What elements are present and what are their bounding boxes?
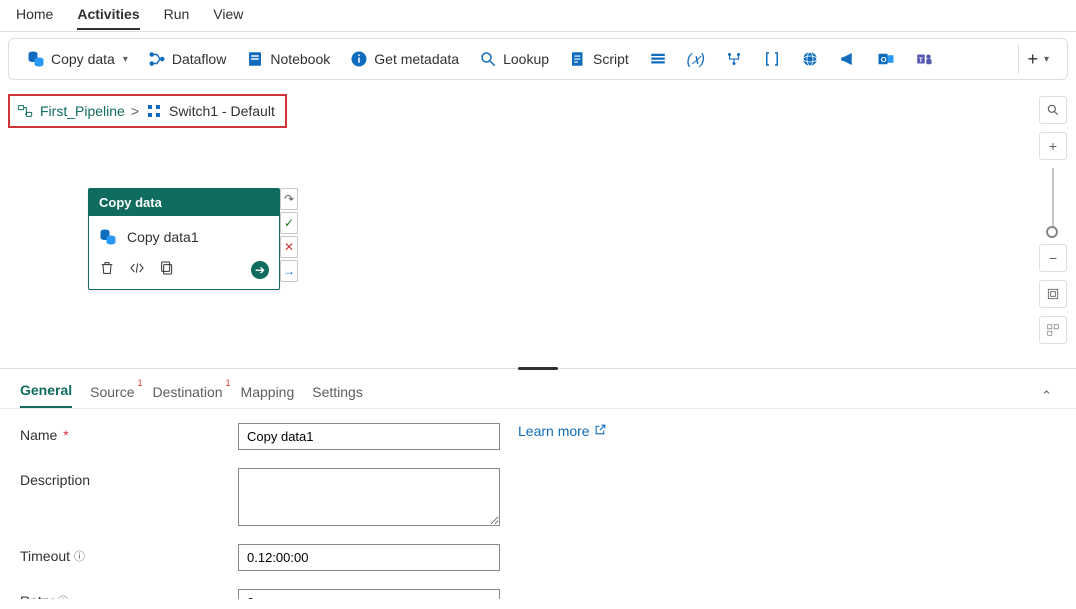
toolbar-add-more[interactable]: + ▾ — [1018, 45, 1057, 74]
retry-label: Retry ⓘ — [20, 589, 230, 599]
handle-skip[interactable]: ↷ — [280, 188, 298, 210]
delete-icon[interactable] — [99, 260, 115, 279]
notebook-icon — [246, 50, 264, 68]
handle-completion[interactable]: → — [280, 260, 298, 282]
activity-type-label: Copy data — [89, 189, 279, 216]
toolbar-notebook-label: Notebook — [270, 51, 330, 67]
zoom-in-button[interactable]: + — [1039, 132, 1067, 160]
plus-icon: + — [1027, 49, 1038, 70]
search-icon — [479, 50, 497, 68]
tab-settings[interactable]: Settings — [312, 384, 363, 408]
script-icon — [569, 50, 587, 68]
breadcrumb: First_Pipeline > Switch1 - Default — [8, 94, 287, 128]
activity-card-copy-data[interactable]: Copy data Copy data1 ➔ — [88, 188, 280, 290]
chevron-down-icon: ▾ — [123, 54, 128, 65]
zoom-controls: + − — [1038, 96, 1068, 344]
tab-destination-label: Destination — [153, 384, 223, 400]
description-field[interactable] — [238, 468, 500, 526]
toolbar-script[interactable]: Script — [561, 46, 637, 72]
tab-source[interactable]: Source1 — [90, 384, 134, 408]
tab-home[interactable]: Home — [16, 6, 53, 28]
tab-mapping[interactable]: Mapping — [241, 384, 295, 408]
flow-icon — [725, 50, 743, 68]
tab-general[interactable]: General — [20, 382, 72, 408]
external-link-icon — [594, 423, 607, 439]
toolbar-dataflow-label: Dataflow — [172, 51, 226, 67]
pipeline-icon — [16, 102, 34, 120]
toolbar-lookup-label: Lookup — [503, 51, 549, 67]
variable-icon: (𝑥) — [687, 50, 705, 68]
info-icon — [350, 50, 368, 68]
activity-output-handles: ↷ ✓ ✕ → — [280, 188, 298, 282]
svg-text:O: O — [881, 55, 887, 64]
info-icon: ⓘ — [74, 551, 85, 563]
handle-success[interactable]: ✓ — [280, 212, 298, 234]
breadcrumb-root[interactable]: First_Pipeline — [40, 103, 125, 119]
list-icon — [649, 50, 667, 68]
toolbar-notebook[interactable]: Notebook — [238, 46, 338, 72]
chevron-down-icon: ▾ — [1044, 54, 1049, 65]
properties-panel: General Source1 Destination1 Mapping Set… — [0, 372, 1076, 599]
learn-more-link[interactable]: Learn more — [518, 423, 607, 439]
fit-to-screen-button[interactable] — [1039, 280, 1067, 308]
toolbar-get-metadata-label: Get metadata — [374, 51, 459, 67]
general-form: Name * Learn more Description Timeout ⓘ … — [0, 409, 1076, 599]
zoom-out-button[interactable]: − — [1039, 244, 1067, 272]
description-label: Description — [20, 468, 230, 488]
switch-icon — [145, 102, 163, 120]
megaphone-icon — [839, 50, 857, 68]
code-icon[interactable] — [129, 260, 145, 279]
toolbar-copy-data-label: Copy data — [51, 51, 115, 67]
toolbar-get-metadata[interactable]: Get metadata — [342, 46, 467, 72]
timeout-field[interactable] — [238, 544, 500, 571]
toolbar-extra-1[interactable] — [641, 46, 675, 72]
dataflow-icon — [148, 50, 166, 68]
zoom-slider[interactable] — [1052, 168, 1054, 236]
toolbar-extra-7[interactable]: O — [869, 46, 903, 72]
auto-align-button[interactable] — [1039, 316, 1067, 344]
name-field[interactable] — [238, 423, 500, 450]
toolbar-dataflow[interactable]: Dataflow — [140, 46, 234, 72]
toolbar-extra-5[interactable] — [793, 46, 827, 72]
breadcrumb-current: Switch1 - Default — [169, 103, 275, 119]
canvas-search-button[interactable] — [1039, 96, 1067, 124]
name-label: Name * — [20, 423, 230, 443]
toolbar-extra-3[interactable] — [717, 46, 751, 72]
teams-icon: T — [915, 50, 933, 68]
timeout-label: Timeout ⓘ — [20, 544, 230, 564]
learn-more-label: Learn more — [518, 423, 590, 439]
toolbar-copy-data[interactable]: Copy data ▾ — [19, 46, 136, 72]
retry-field[interactable] — [238, 589, 500, 599]
collapse-panel-button[interactable]: ⌃ — [1037, 384, 1056, 408]
top-tabs: Home Activities Run View — [0, 0, 1076, 32]
zoom-thumb[interactable] — [1046, 226, 1058, 238]
tab-destination[interactable]: Destination1 — [153, 384, 223, 408]
tab-view[interactable]: View — [213, 6, 243, 28]
toolbar-extra-6[interactable] — [831, 46, 865, 72]
toolbar-extra-4[interactable] — [755, 46, 789, 72]
outlook-icon: O — [877, 50, 895, 68]
database-icon — [27, 50, 45, 68]
toolbar-script-label: Script — [593, 51, 629, 67]
toolbar-extra-8[interactable]: T — [907, 46, 941, 72]
tab-source-label: Source — [90, 384, 134, 400]
destination-error-badge: 1 — [226, 378, 231, 388]
copy-icon[interactable] — [159, 260, 175, 279]
tab-run[interactable]: Run — [164, 6, 190, 28]
activity-name: Copy data1 — [127, 229, 199, 245]
run-icon[interactable]: ➔ — [251, 261, 269, 279]
activities-toolbar: Copy data ▾ Dataflow Notebook Get metada… — [8, 38, 1068, 80]
handle-fail[interactable]: ✕ — [280, 236, 298, 258]
source-error-badge: 1 — [137, 378, 142, 388]
toolbar-lookup[interactable]: Lookup — [471, 46, 557, 72]
properties-tabs: General Source1 Destination1 Mapping Set… — [0, 372, 1076, 409]
globe-icon — [801, 50, 819, 68]
info-icon: ⓘ — [57, 596, 68, 599]
tab-activities[interactable]: Activities — [77, 6, 139, 30]
database-icon — [99, 228, 117, 246]
toolbar-extra-2[interactable]: (𝑥) — [679, 46, 713, 72]
pipeline-canvas[interactable]: Copy data Copy data1 ➔ ↷ ✓ ✕ → — [0, 128, 1076, 368]
bracket-icon — [763, 50, 781, 68]
breadcrumb-separator: > — [131, 103, 139, 119]
